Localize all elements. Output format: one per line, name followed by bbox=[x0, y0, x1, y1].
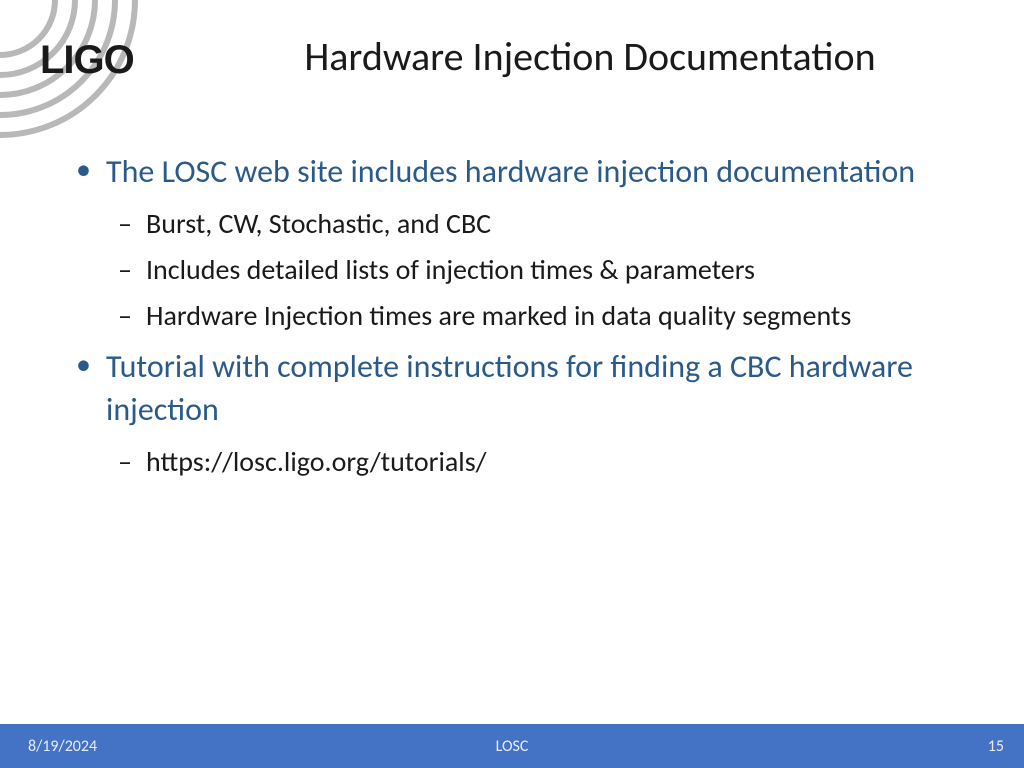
slide-body: The LOSC web site includes hardware inje… bbox=[70, 150, 970, 491]
bullet-text: Tutorial with complete instructions for … bbox=[106, 347, 913, 429]
sub-bullet-item: https://losc.ligo.org/tutorials/ bbox=[106, 443, 970, 481]
ligo-logo: LIGO bbox=[40, 38, 134, 83]
sub-bullet-item: Burst, CW, Stochastic, and CBC bbox=[106, 205, 970, 243]
sub-bullet-item: Includes detailed lists of injection tim… bbox=[106, 251, 970, 289]
slide-title: Hardware Injection Documentation bbox=[200, 32, 980, 81]
bullet-item: The LOSC web site includes hardware inje… bbox=[70, 150, 970, 335]
sub-bullet-item: Hardware Injection times are marked in d… bbox=[106, 297, 970, 335]
bullet-text: The LOSC web site includes hardware inje… bbox=[106, 152, 915, 191]
footer-page-number: 15 bbox=[988, 737, 1004, 756]
bullet-item: Tutorial with complete instructions for … bbox=[70, 345, 970, 481]
slide: LIGO Hardware Injection Documentation Th… bbox=[0, 0, 1024, 768]
slide-footer: 8/19/2024 LOSC 15 bbox=[0, 724, 1024, 768]
footer-center-label: LOSC bbox=[0, 737, 1024, 756]
